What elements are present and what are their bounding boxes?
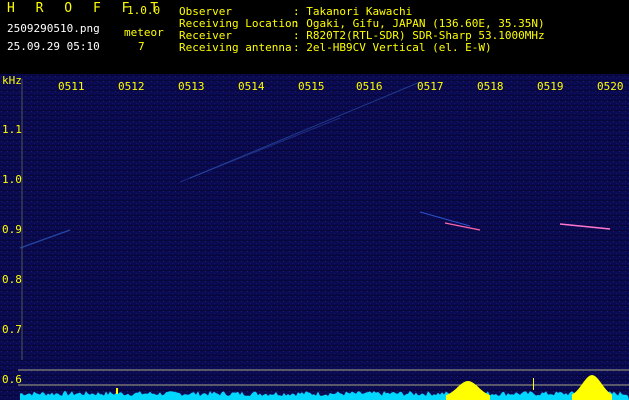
time-tick-0519: 0519 xyxy=(537,80,564,93)
freq-tick-1-1: 1.1 xyxy=(2,123,22,136)
freq-tick-1-0: 1.0 xyxy=(2,173,22,186)
waterfall-background xyxy=(0,74,629,400)
time-tick-0514: 0514 xyxy=(238,80,265,93)
freq-tick-0-6: 0.6 xyxy=(2,373,22,386)
time-tick-0518: 0518 xyxy=(477,80,504,93)
time-tick-0512: 0512 xyxy=(118,80,145,93)
freq-tick-0-9: 0.9 xyxy=(2,223,22,236)
spectrum-peak-2 xyxy=(116,388,118,394)
time-tick-0516: 0516 xyxy=(356,80,383,93)
time-tick-0511: 0511 xyxy=(58,80,85,93)
freq-unit-label: kHz xyxy=(2,74,22,87)
time-tick-0520: 0520 xyxy=(597,80,624,93)
time-tick-0513: 0513 xyxy=(178,80,205,93)
freq-tick-0-7: 0.7 xyxy=(2,323,22,336)
spectrogram xyxy=(0,74,629,400)
spectrum-peak-1 xyxy=(533,378,534,390)
time-tick-0515: 0515 xyxy=(298,80,325,93)
freq-tick-0-8: 0.8 xyxy=(2,273,22,286)
time-tick-0517: 0517 xyxy=(417,80,444,93)
